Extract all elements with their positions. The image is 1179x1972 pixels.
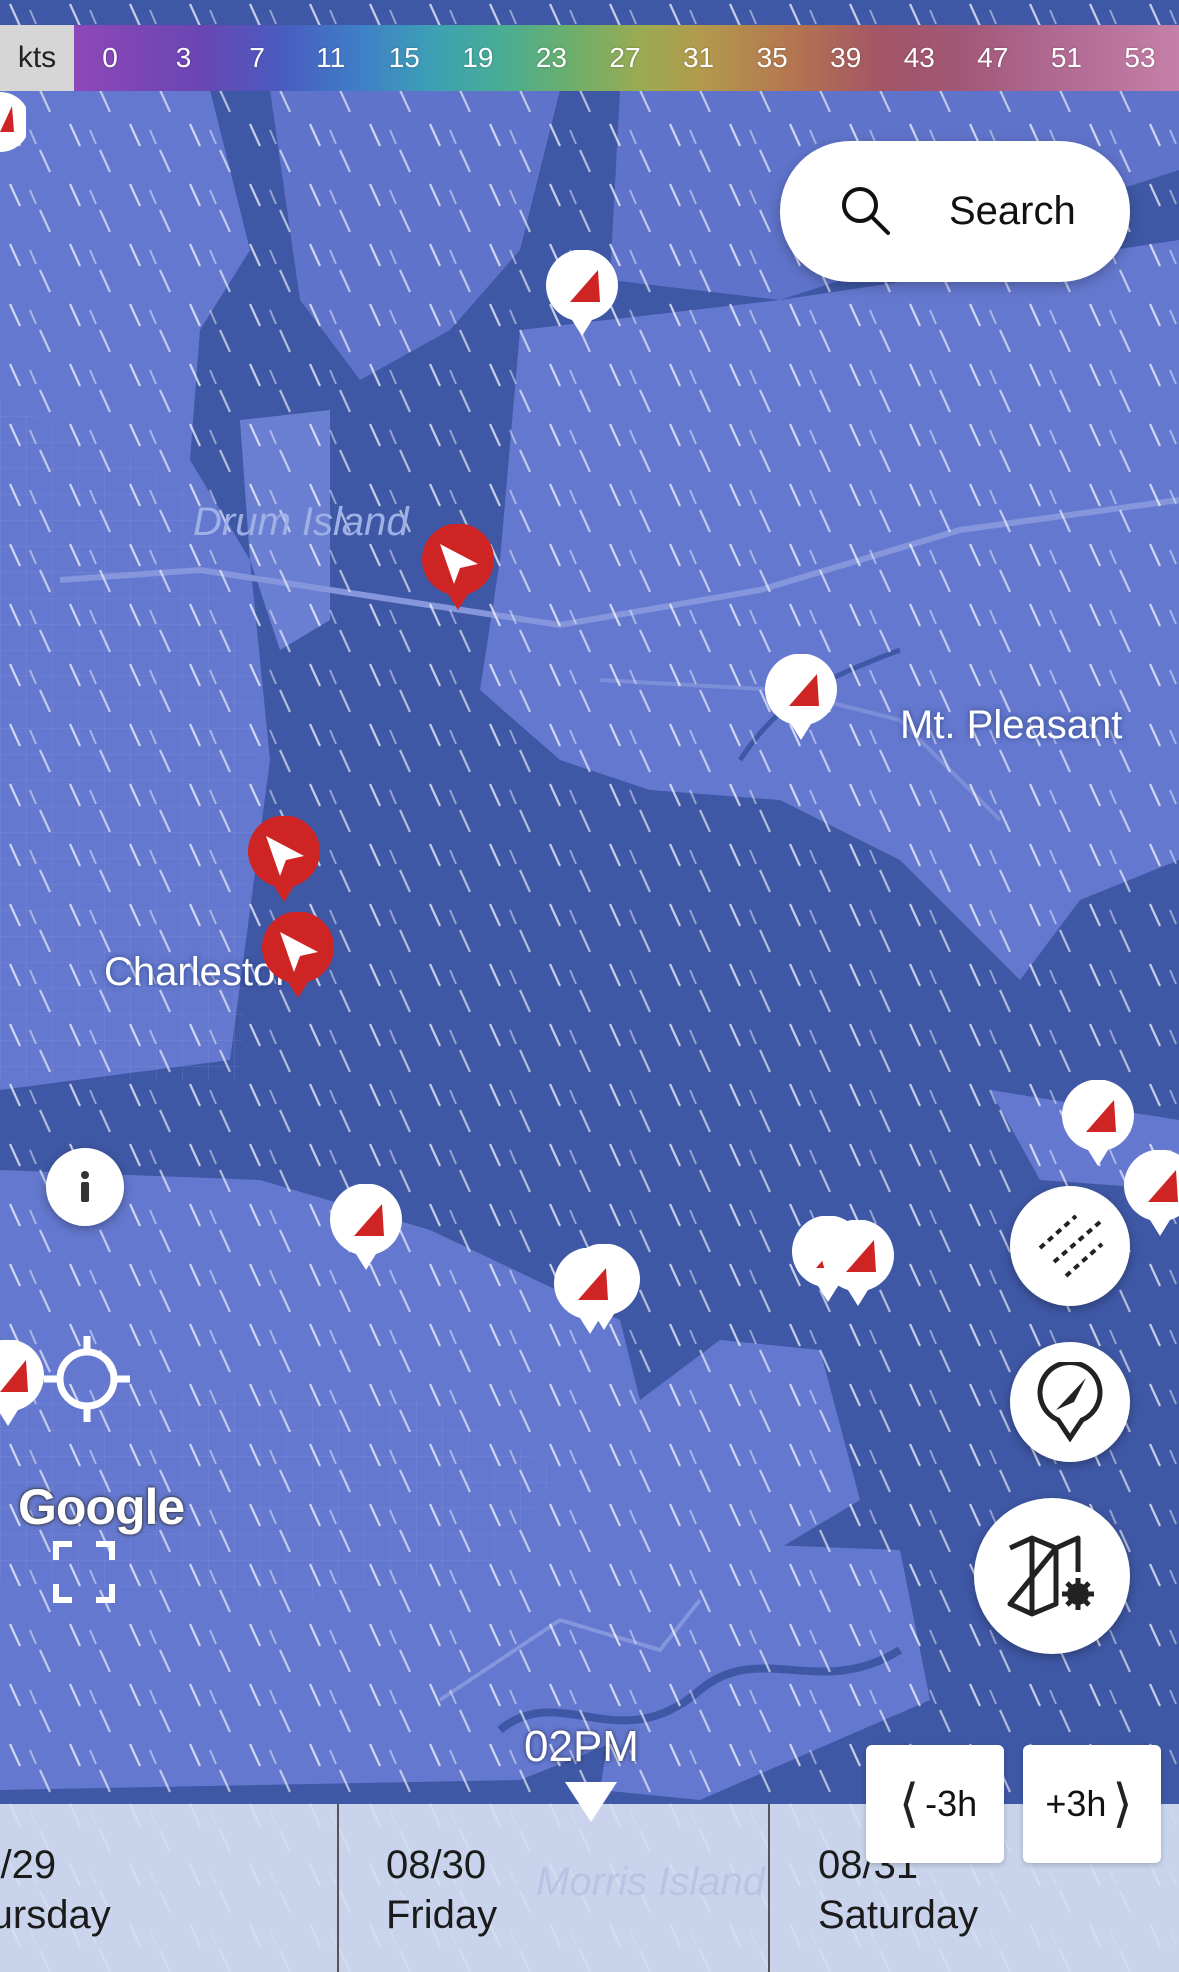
legend-tick: 39 [830, 42, 862, 73]
wind-arrow-pin[interactable] [260, 912, 336, 1000]
wind-arrow-pin[interactable] [246, 816, 322, 904]
station-pin[interactable] [0, 1340, 46, 1428]
legend-tick: 11 [316, 42, 346, 73]
map-label-mt-pleasant: Mt. Pleasant [900, 703, 1123, 747]
legend-tick: 51 [1050, 42, 1082, 73]
wind-lines-button[interactable] [1010, 1186, 1130, 1306]
station-pin[interactable] [1122, 1150, 1179, 1238]
legend-tick: 43 [903, 42, 935, 73]
search-label: Search [949, 189, 1076, 233]
wind-arrow-pin[interactable] [420, 524, 496, 612]
back-3h-label: -3h [925, 1783, 978, 1824]
forward-3h-button[interactable]: +3h ⟩ [1023, 1745, 1161, 1863]
legend-tick: 53 [1124, 42, 1156, 73]
current-time-caret [565, 1782, 617, 1822]
station-pin[interactable] [552, 1248, 628, 1336]
legend-tick: 0 [102, 42, 118, 73]
station-pin[interactable] [820, 1220, 896, 1308]
timeline-day-0829[interactable]: 08/29 Thursday [0, 1840, 111, 1940]
google-attribution: Google [18, 1479, 185, 1535]
locate-button[interactable] [42, 1334, 132, 1424]
back-3h-button[interactable]: ⟨ -3h [866, 1745, 1004, 1863]
map-settings-button[interactable] [974, 1498, 1130, 1654]
wind-lines-icon [1038, 1214, 1104, 1278]
map-settings-icon [1007, 1535, 1094, 1617]
compass-icon [1037, 1362, 1103, 1442]
day-weekday: Saturday [818, 1893, 979, 1937]
forward-3h-label: +3h [1045, 1783, 1107, 1824]
station-pin[interactable] [763, 654, 839, 742]
timeline-divider [337, 1804, 339, 1972]
legend-tick: 27 [609, 42, 641, 73]
map-label-morris-island: Morris Island [536, 1860, 765, 1904]
crosshair-icon [44, 1336, 130, 1422]
wind-speed-legend: kts 0 3 7 11 15 19 23 27 31 35 39 43 47 51 53 [0, 25, 1179, 91]
station-pin[interactable] [544, 250, 620, 338]
legend-tick: 23 [535, 42, 567, 73]
map-label-drum-island: Drum Island [193, 500, 409, 544]
legend-tick: 35 [756, 42, 788, 73]
current-time-label: 02PM [524, 1722, 639, 1771]
station-pin[interactable] [0, 92, 26, 162]
fullscreen-icon [53, 1541, 115, 1603]
legend-tick: 19 [462, 42, 494, 73]
legend-tick: 3 [175, 42, 192, 73]
fullscreen-button[interactable] [52, 1540, 116, 1604]
station-pin[interactable] [328, 1184, 404, 1272]
timeline-divider [768, 1804, 770, 1972]
day-date: 08/30 [386, 1843, 487, 1887]
legend-tick: 47 [977, 42, 1009, 73]
timeline-day-0830[interactable]: 08/30 Friday [386, 1840, 497, 1940]
search-icon [842, 187, 890, 235]
day-date: 08/29 [0, 1843, 57, 1887]
legend-tick: 7 [249, 42, 265, 73]
day-weekday: Friday [386, 1893, 498, 1937]
legend-tick: 15 [388, 42, 420, 73]
day-weekday: Thursday [0, 1893, 111, 1937]
legend-ticks: 0 3 7 11 15 19 23 27 31 35 39 43 47 51 53 [74, 25, 1179, 91]
search-button[interactable]: Search [780, 141, 1130, 282]
info-button[interactable] [46, 1148, 124, 1226]
legend-unit: kts [17, 41, 57, 74]
chevron-left-icon: ⟨ [898, 1775, 920, 1833]
compass-button[interactable] [1010, 1342, 1130, 1462]
info-icon [81, 1171, 89, 1202]
legend-tick: 31 [682, 42, 715, 73]
chevron-right-icon: ⟩ [1112, 1775, 1133, 1833]
